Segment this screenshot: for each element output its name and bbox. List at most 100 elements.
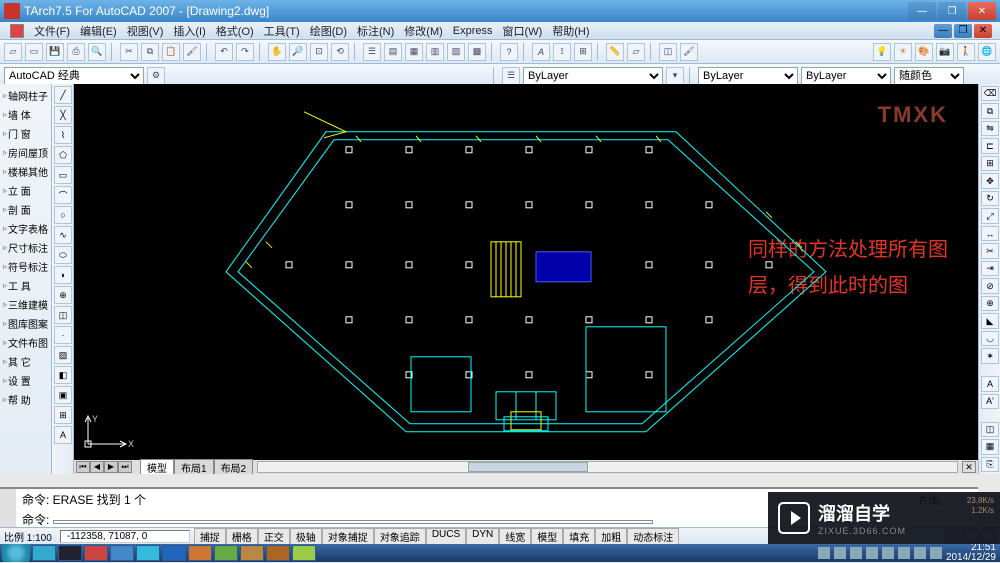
panel-help[interactable]: 帮 助 — [2, 390, 49, 409]
mode-dyndim[interactable]: 动态标注 — [627, 528, 679, 545]
insert-icon[interactable]: ⊕ — [54, 286, 72, 304]
gradient-icon[interactable]: ◧ — [54, 366, 72, 384]
sheet-model[interactable]: 模型 — [140, 459, 174, 474]
panel-wall[interactable]: 墙 体 — [2, 105, 49, 124]
start-button[interactable] — [2, 544, 30, 562]
panel-layout[interactable]: 文件布图 — [2, 333, 49, 352]
sheet-layout2[interactable]: 布局2 — [214, 459, 254, 474]
tray-icon[interactable] — [866, 547, 878, 559]
workspace-select[interactable]: AutoCAD 经典 — [4, 67, 144, 85]
zoom-icon[interactable]: 🔎 — [289, 43, 307, 61]
task-app8[interactable] — [214, 545, 238, 561]
polygon-icon[interactable]: ⬠ — [54, 146, 72, 164]
menu-express[interactable]: Express — [453, 25, 493, 37]
sheet-layout1[interactable]: 布局1 — [174, 459, 214, 474]
task-app3[interactable] — [84, 545, 108, 561]
paste-icon[interactable]: 📋 — [162, 43, 180, 61]
cut-icon[interactable]: ✂ — [120, 43, 138, 61]
block-icon[interactable]: ◫ — [659, 43, 677, 61]
area-icon[interactable]: ▱ — [627, 43, 645, 61]
block-make-icon[interactable]: ◫ — [54, 306, 72, 324]
color-dropdown[interactable]: ByLayer — [698, 67, 798, 85]
circle-icon[interactable]: ○ — [54, 206, 72, 224]
minimize-button[interactable]: — — [908, 2, 936, 20]
panel-elev[interactable]: 立 面 — [2, 181, 49, 200]
panel-roof[interactable]: 房间屋顶 — [2, 143, 49, 162]
move-icon[interactable]: ✥ — [981, 173, 999, 188]
next-sheet-icon[interactable]: ▶ — [104, 461, 118, 473]
mode-osnap[interactable]: 对象捕捉 — [322, 528, 374, 545]
mode-ducs[interactable]: DUCS — [426, 528, 466, 545]
copy2-icon[interactable]: ⧉ — [981, 103, 999, 118]
text-style-icon[interactable]: A — [532, 43, 550, 61]
task-app10[interactable] — [266, 545, 290, 561]
mode-grid[interactable]: 栅格 — [226, 528, 258, 545]
table-style-icon[interactable]: ⊞ — [574, 43, 592, 61]
ellipse-arc-icon[interactable]: ◗ — [54, 266, 72, 284]
block2-icon[interactable]: ▦ — [981, 439, 999, 454]
measure-icon[interactable]: 📏 — [606, 43, 624, 61]
menu-view[interactable]: 视图(V) — [127, 23, 164, 39]
print-icon[interactable]: ⎙ — [67, 43, 85, 61]
panel-axis[interactable]: 轴网柱子 — [2, 86, 49, 105]
preview-icon[interactable]: 🔍 — [88, 43, 106, 61]
panel-section[interactable]: 剖 面 — [2, 200, 49, 219]
panel-symbol[interactable]: 符号标注 — [2, 257, 49, 276]
mode-lwt[interactable]: 线宽 — [499, 528, 531, 545]
tray-icon[interactable] — [818, 547, 830, 559]
lineweight-dropdown[interactable]: 随颜色 — [894, 67, 964, 85]
layer-dropdown[interactable]: ByLayer — [523, 67, 663, 85]
insert2-icon[interactable]: ◫ — [981, 422, 999, 437]
task-ie[interactable] — [110, 545, 134, 561]
extend-icon[interactable]: ⇥ — [981, 261, 999, 276]
task-cloud[interactable] — [136, 545, 160, 561]
menu-draw[interactable]: 绘图(D) — [310, 23, 347, 39]
tray-icon[interactable] — [834, 547, 846, 559]
globe-icon[interactable]: 🌐 — [978, 43, 996, 61]
cmd-grip-icon[interactable] — [0, 489, 16, 527]
pline-icon[interactable]: ⌇ — [54, 126, 72, 144]
walk-icon[interactable]: 🚶 — [957, 43, 975, 61]
close-button[interactable]: ✕ — [968, 2, 996, 20]
menu-window[interactable]: 窗口(W) — [503, 23, 543, 39]
mode-snap[interactable]: 捕捉 — [194, 528, 226, 545]
xref-icon[interactable]: ⎘ — [981, 457, 999, 472]
mtext-icon[interactable]: A — [54, 426, 72, 444]
markup-icon[interactable]: ▧ — [447, 43, 465, 61]
join-icon[interactable]: ⊕ — [981, 296, 999, 311]
break-icon[interactable]: ⊘ — [981, 278, 999, 293]
menu-modify[interactable]: 修改(M) — [404, 23, 443, 39]
tray-icon[interactable] — [898, 547, 910, 559]
xline-icon[interactable]: ╳ — [54, 106, 72, 124]
mirror-icon[interactable]: ⇋ — [981, 121, 999, 136]
panel-door[interactable]: 门 窗 — [2, 124, 49, 143]
mdi-minimize[interactable]: — — [934, 24, 952, 38]
panel-3d[interactable]: 三维建模 — [2, 295, 49, 314]
tray-icon[interactable] — [882, 547, 894, 559]
drawing-canvas[interactable]: TMXK 同样的方法处理所有图 层，得到此时的图 — [74, 84, 978, 474]
save-icon[interactable]: 💾 — [46, 43, 64, 61]
chamfer-icon[interactable]: ◣ — [981, 313, 999, 328]
table-icon[interactable]: ⊞ — [54, 406, 72, 424]
zoom-window-icon[interactable]: ⊡ — [310, 43, 328, 61]
first-sheet-icon[interactable]: ⏮ — [76, 461, 90, 473]
dim-style-icon[interactable]: ⟟ — [553, 43, 571, 61]
ellipse-icon[interactable]: ⬭ — [54, 246, 72, 264]
mode-otrack[interactable]: 对象追踪 — [374, 528, 426, 545]
new-icon[interactable]: ▱ — [4, 43, 22, 61]
layer-props-icon[interactable]: ☰ — [502, 67, 520, 85]
tray-icon[interactable] — [850, 547, 862, 559]
menu-format[interactable]: 格式(O) — [216, 23, 254, 39]
mdi-restore[interactable]: ❐ — [954, 24, 972, 38]
render-icon[interactable]: 🎨 — [915, 43, 933, 61]
zoom-prev-icon[interactable]: ⟲ — [331, 43, 349, 61]
task-app9[interactable] — [240, 545, 264, 561]
text-b-icon[interactable]: A' — [981, 394, 999, 409]
last-sheet-icon[interactable]: ⏭ — [118, 461, 132, 473]
calc-icon[interactable]: ▩ — [468, 43, 486, 61]
line-icon[interactable]: ╱ — [54, 86, 72, 104]
panel-dim[interactable]: 尺寸标注 — [2, 238, 49, 257]
mode-dyn[interactable]: DYN — [466, 528, 499, 545]
redo-icon[interactable]: ↷ — [236, 43, 254, 61]
scale-icon[interactable]: ⤢ — [981, 208, 999, 223]
